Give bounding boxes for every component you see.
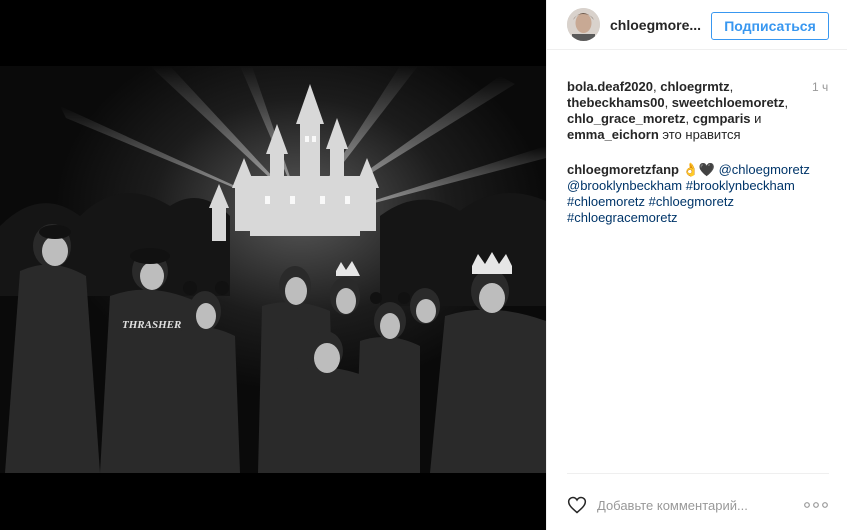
like-user-link[interactable]: cgmparis	[693, 111, 751, 126]
like-user-link[interactable]: chlo_grace_moretz	[567, 111, 686, 126]
heart-outline-icon[interactable]	[567, 495, 587, 515]
caption-author[interactable]: chloegmoretzfanp	[567, 162, 679, 177]
instagram-post: THRASHER chloegmore... Подписаться bola.…	[0, 0, 847, 530]
divider	[567, 473, 829, 474]
ellipsis-icon[interactable]	[804, 502, 828, 508]
photo-area: THRASHER	[0, 0, 546, 530]
post-header: chloegmore... Подписаться	[547, 0, 847, 50]
hashtag-link[interactable]: #chloegracemoretz	[567, 210, 678, 225]
username[interactable]: chloegmore...	[610, 17, 704, 33]
hashtag-link[interactable]: #chloemoretz	[567, 194, 645, 209]
like-user-link[interactable]: sweetchloemoretz	[672, 95, 785, 110]
hashtag-link[interactable]: #chloegmoretz	[649, 194, 734, 209]
follow-button[interactable]: Подписаться	[711, 12, 829, 40]
like-user-link[interactable]: bola.deaf2020	[567, 79, 653, 94]
like-user-link[interactable]: chloegrmtz	[660, 79, 729, 94]
caption-emoji: 👌🖤	[682, 162, 715, 177]
post-photo[interactable]: THRASHER	[0, 66, 546, 473]
mention-link[interactable]: @brooklynbeckham	[567, 178, 682, 193]
shirt-text: THRASHER	[122, 319, 181, 331]
photo-image: THRASHER	[0, 66, 546, 473]
like-user-link[interactable]: emma_eichorn	[567, 127, 659, 142]
timestamp[interactable]: 1 ч	[812, 80, 828, 94]
like-user-link[interactable]: thebeckhams00	[567, 95, 665, 110]
likes-summary: bola.deaf2020, chloegrmtz, thebeckhams00…	[567, 79, 789, 142]
mention-link[interactable]: @chloegmoretz	[719, 162, 810, 177]
post-footer	[547, 483, 847, 530]
hashtag-link[interactable]: #brooklynbeckham	[686, 178, 795, 193]
avatar[interactable]	[567, 8, 600, 41]
avatar-image	[567, 8, 600, 41]
caption: chloegmoretzfanp 👌🖤 @chloegmoretz @brook…	[567, 162, 829, 226]
comment-input[interactable]	[597, 493, 787, 517]
side-panel: chloegmore... Подписаться bola.deaf2020,…	[546, 0, 847, 530]
likes-suffix: это нравится	[662, 127, 741, 142]
